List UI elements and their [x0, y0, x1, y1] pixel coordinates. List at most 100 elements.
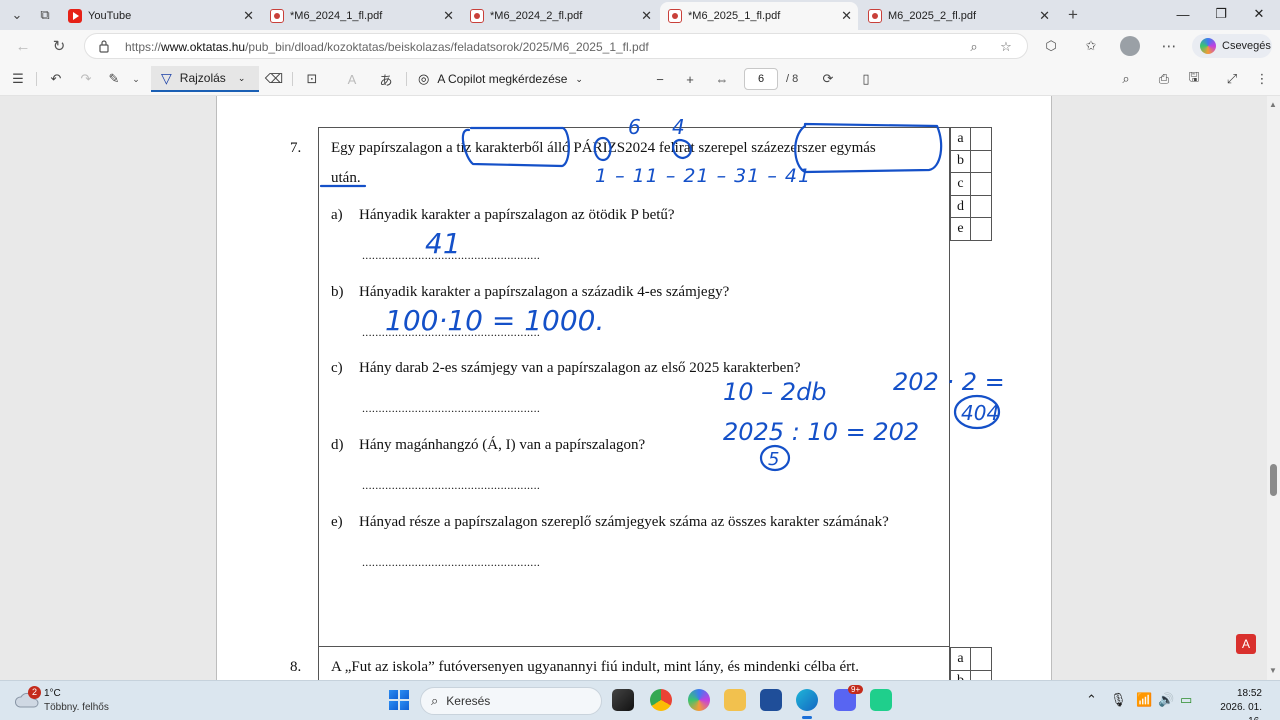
- save-icon[interactable]: 🖫: [1184, 69, 1204, 88]
- microphone-icon[interactable]: 🎙: [1110, 692, 1127, 708]
- scroll-thumb[interactable]: [1270, 464, 1277, 496]
- lock-icon[interactable]: [99, 39, 109, 53]
- back-icon[interactable]: ←: [12, 36, 34, 56]
- tab-actions-chevron-icon[interactable]: ⌄: [6, 5, 28, 25]
- chevron-down-icon: ⌄: [575, 73, 583, 84]
- maximize-icon[interactable]: ❐: [1210, 4, 1232, 24]
- scroll-up-icon[interactable]: ▲: [1269, 100, 1277, 109]
- tab-title: *M6_2025_1_fl.pdf: [688, 10, 781, 22]
- score-label: b: [950, 149, 971, 174]
- answer-line: ........................................…: [362, 401, 541, 415]
- find-icon[interactable]: ⌕: [1116, 70, 1136, 88]
- edge-icon[interactable]: [796, 689, 818, 719]
- weather-temperature: 1°C: [44, 688, 61, 699]
- close-tab-icon[interactable]: ✕: [841, 8, 852, 24]
- acrobat-icon[interactable]: A: [1236, 634, 1256, 654]
- tab-youtube[interactable]: YouTube ✕: [60, 2, 260, 30]
- print-icon[interactable]: ⎙: [1154, 70, 1174, 88]
- url-text[interactable]: https://www.oktatas.hu/pub_bin/dload/koz…: [125, 40, 649, 54]
- copilot-app-icon[interactable]: [688, 689, 710, 711]
- extensions-icon[interactable]: ⬡: [1040, 36, 1062, 56]
- subquestion-e: Hányad része a papírszalagon szereplő sz…: [359, 514, 889, 530]
- new-tab-icon[interactable]: +: [1062, 5, 1084, 25]
- subquestion-label: d): [331, 437, 344, 453]
- ask-copilot-label: A Copilot megkérdezése: [437, 72, 568, 86]
- draw-button[interactable]: ▽ Rajzolás ⌄: [151, 66, 259, 92]
- close-tab-icon[interactable]: ✕: [243, 8, 254, 24]
- read-aloud-icon[interactable]: A: [342, 70, 362, 88]
- file-explorer-icon[interactable]: [724, 689, 746, 711]
- zoom-in-icon[interactable]: +: [680, 70, 700, 88]
- divider: [292, 72, 293, 86]
- pen-icon: ▽: [161, 69, 172, 86]
- copilot-chat-button[interactable]: Csevegés: [1192, 34, 1272, 58]
- volume-icon[interactable]: 🔊: [1158, 692, 1174, 708]
- fullscreen-icon[interactable]: ⤢: [1222, 70, 1242, 88]
- page-number-input[interactable]: 6: [744, 68, 778, 90]
- favorite-star-icon[interactable]: ☆: [997, 38, 1015, 56]
- document-viewport[interactable]: 7. Egy papírszalagon a tíz karakterből á…: [0, 96, 1280, 680]
- tab-pdf-2025-2[interactable]: M6_2025_2_fl.pdf ✕: [860, 2, 1056, 30]
- discord-icon[interactable]: 9+: [834, 685, 864, 711]
- store-icon[interactable]: [760, 689, 782, 711]
- close-tab-icon[interactable]: ✕: [443, 8, 454, 24]
- profile-avatar[interactable]: [1120, 36, 1140, 56]
- copilot-outline-icon: ◎: [418, 71, 430, 86]
- ask-copilot-button[interactable]: ◎ A Copilot megkérdezése ⌄: [418, 71, 583, 87]
- zoom-icon[interactable]: ⌕: [965, 38, 983, 56]
- close-tab-icon[interactable]: ✕: [641, 8, 652, 24]
- taskbar-search[interactable]: ⌕ Keresés: [420, 687, 602, 715]
- close-window-icon[interactable]: ✕: [1248, 4, 1270, 24]
- youtube-icon: [68, 9, 82, 23]
- tab-pdf-2024-2[interactable]: *M6_2024_2_fl.pdf ✕: [462, 2, 658, 30]
- question-intro: Egy papírszalagon a tíz karakterből álló…: [331, 140, 876, 156]
- zoom-out-icon[interactable]: −: [650, 70, 670, 88]
- scroll-down-icon[interactable]: ▼: [1269, 666, 1277, 675]
- more-options-icon[interactable]: ⋮: [1252, 70, 1272, 88]
- rotate-icon[interactable]: ⟳: [818, 70, 838, 88]
- task-view-icon[interactable]: [612, 689, 634, 711]
- tab-pdf-2024-1[interactable]: *M6_2024_1_fl.pdf ✕: [262, 2, 460, 30]
- workspaces-icon[interactable]: ⧉: [34, 5, 56, 25]
- chevron-down-icon: ⌄: [237, 72, 246, 83]
- page-view-icon[interactable]: ▯: [856, 70, 876, 88]
- refresh-icon[interactable]: ↻: [48, 36, 70, 56]
- score-label: e: [950, 217, 971, 241]
- wifi-icon[interactable]: 📶: [1136, 692, 1152, 708]
- fit-to-width-icon[interactable]: ⇔: [712, 70, 732, 88]
- start-button[interactable]: [389, 690, 409, 710]
- contents-list-icon[interactable]: ☰: [8, 70, 28, 88]
- app-icon[interactable]: [870, 689, 892, 711]
- score-label: a: [950, 647, 971, 671]
- score-label: d: [950, 194, 971, 219]
- address-bar[interactable]: https://www.oktatas.hu/pub_bin/dload/koz…: [84, 33, 1028, 59]
- subquestion-a: Hányadik karakter a papírszalagon az ötö…: [359, 207, 675, 223]
- vertical-scrollbar[interactable]: ▲ ▼: [1267, 96, 1280, 680]
- question-number: 7.: [290, 140, 302, 156]
- text-box-icon[interactable]: ⊡: [302, 70, 322, 88]
- answer-line: ........................................…: [362, 325, 541, 339]
- answer-line: ........................................…: [362, 555, 541, 569]
- score-cell: [970, 194, 992, 219]
- pdf-icon: [270, 9, 284, 23]
- favorites-icon[interactable]: ✩: [1080, 36, 1102, 56]
- close-tab-icon[interactable]: ✕: [1039, 8, 1050, 24]
- windows-logo-tile: [400, 690, 409, 699]
- score-cell: [970, 149, 992, 174]
- show-hidden-icons-chevron-icon[interactable]: ⌃: [1086, 692, 1097, 708]
- translate-icon[interactable]: あ: [376, 70, 396, 88]
- battery-icon[interactable]: ▭: [1180, 692, 1192, 708]
- more-menu-icon[interactable]: ⋯: [1158, 36, 1180, 56]
- subquestion-label: e): [331, 514, 343, 530]
- highlight-options-chevron-icon[interactable]: ⌄: [126, 70, 146, 88]
- highlight-icon[interactable]: ✎: [104, 70, 124, 88]
- tab-pdf-2025-1[interactable]: *M6_2025_1_fl.pdf ✕: [660, 2, 858, 30]
- question-8-intro: A „Fut az iskola” futóversenyen ugyanann…: [331, 659, 860, 675]
- draw-label: Rajzolás: [179, 71, 226, 85]
- minimize-icon[interactable]: —: [1172, 4, 1194, 24]
- chrome-icon[interactable]: [650, 689, 672, 711]
- clock[interactable]: 18:52 2026. 01. 16.: [1204, 687, 1262, 720]
- undo-icon[interactable]: ↶: [46, 70, 66, 88]
- eraser-icon[interactable]: ⌫: [264, 70, 284, 88]
- redo-icon[interactable]: ↷: [76, 70, 96, 88]
